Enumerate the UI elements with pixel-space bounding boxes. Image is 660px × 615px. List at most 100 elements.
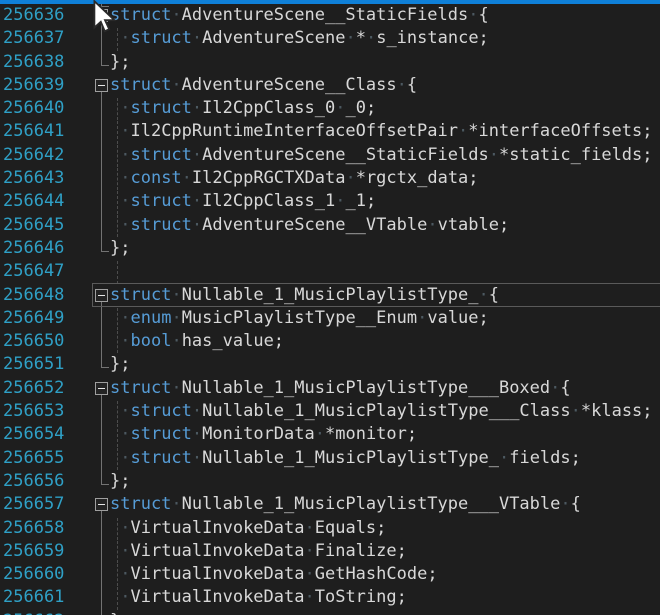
line-number: 256653 — [3, 400, 64, 423]
fold-collapse-toggle[interactable] — [95, 79, 108, 92]
minus-icon — [98, 388, 105, 389]
code-line-text: }; — [110, 610, 130, 615]
whitespace-dot: · — [571, 401, 581, 421]
code-line-row[interactable]: 256660 ·VirtualInvokeData·GetHashCode; — [0, 563, 660, 586]
fold-scope-line — [101, 237, 102, 252]
code-editor[interactable]: 256636struct·AdventureScene__StaticField… — [0, 0, 660, 615]
code-line-text: }; — [110, 51, 130, 74]
whitespace-dot: · — [171, 494, 181, 514]
line-number: 256651 — [3, 353, 64, 376]
code-line-row[interactable]: 256639struct·AdventureScene__Class·{ — [0, 74, 660, 97]
whitespace-dot: · — [171, 285, 181, 305]
code-line-row[interactable]: 256640 ·struct·Il2CppClass_0·_0; — [0, 97, 660, 120]
code-area[interactable]: 256636struct·AdventureScene__StaticField… — [0, 4, 660, 615]
line-number: 256643 — [3, 167, 64, 190]
code-line-text: ·const·Il2CppRGCTXData·*rgctx_data; — [110, 167, 479, 190]
code-line-row[interactable]: 256656}; — [0, 470, 660, 493]
identifier-token: AdventureScene__StaticFields — [182, 5, 469, 25]
code-line-text: ·struct·AdventureScene·*·s_instance; — [110, 27, 489, 50]
line-number: 256654 — [3, 423, 64, 446]
keyword-token: struct — [110, 494, 171, 514]
code-line-row[interactable]: 256661 ·VirtualInvokeData·ToString; — [0, 586, 660, 609]
fold-scope-line — [101, 517, 102, 540]
line-number: 256656 — [3, 470, 64, 493]
identifier-token: Finalize; — [315, 541, 407, 561]
identifier-token: vtable; — [438, 215, 510, 235]
line-number: 256658 — [3, 517, 64, 540]
fold-scope-line — [101, 97, 102, 120]
code-line-row[interactable]: 256652struct·Nullable_1_MusicPlaylistTyp… — [0, 377, 660, 400]
whitespace-dot: · — [304, 564, 314, 584]
indent-whitespace-dot: · — [110, 564, 130, 584]
keyword-token: struct — [130, 28, 191, 48]
keyword-token: bool — [130, 331, 171, 351]
fold-collapse-toggle[interactable] — [95, 498, 108, 511]
identifier-token: { — [571, 494, 581, 514]
line-number: 256648 — [3, 284, 64, 307]
indent-whitespace-dot: · — [110, 541, 130, 561]
identifier-token: *rgctx_data; — [356, 168, 479, 188]
code-line-row[interactable]: 256650 ·bool·has_value; — [0, 330, 660, 353]
fold-scope-line — [101, 167, 102, 190]
identifier-token: GetHashCode; — [315, 564, 438, 584]
code-line-row[interactable]: 256647 — [0, 260, 660, 283]
code-line-row[interactable]: 256654 ·struct·MonitorData·*monitor; — [0, 423, 660, 446]
code-line-row[interactable]: 256644 ·struct·Il2CppClass_1·_1; — [0, 190, 660, 213]
identifier-token: *static_fields; — [499, 145, 653, 165]
identifier-token: VirtualInvokeData — [130, 518, 304, 538]
code-line-row[interactable]: 256642 ·struct·AdventureScene__StaticFie… — [0, 144, 660, 167]
fold-scope-line — [101, 423, 102, 446]
fold-collapse-toggle[interactable] — [95, 289, 108, 302]
code-line-row[interactable]: 256651}; — [0, 353, 660, 376]
code-line-row[interactable]: 256653 ·struct·Nullable_1_MusicPlaylistT… — [0, 400, 660, 423]
identifier-token: VirtualInvokeData — [130, 541, 304, 561]
whitespace-dot: · — [397, 75, 407, 95]
code-line-row[interactable]: 256643 ·const·Il2CppRGCTXData·*rgctx_dat… — [0, 167, 660, 190]
line-number: 256645 — [3, 214, 64, 237]
code-line-row[interactable]: 256646}; — [0, 237, 660, 260]
identifier-token: { — [407, 75, 417, 95]
fold-collapse-toggle[interactable] — [95, 382, 108, 395]
whitespace-dot: · — [335, 191, 345, 211]
whitespace-dot: · — [192, 28, 202, 48]
identifier-token: { — [560, 378, 570, 398]
identifier-token: s_instance; — [376, 28, 489, 48]
code-line-text: ·VirtualInvokeData·GetHashCode; — [110, 563, 438, 586]
code-line-row[interactable]: 256655 ·struct·Nullable_1_MusicPlaylistT… — [0, 447, 660, 470]
code-line-row[interactable]: 256659 ·VirtualInvokeData·Finalize; — [0, 540, 660, 563]
identifier-token: AdventureScene__Class — [182, 75, 397, 95]
code-line-text: ·struct·AdventureScene__StaticFields·*st… — [110, 144, 653, 167]
code-line-text: ·VirtualInvokeData·Equals; — [110, 517, 386, 540]
fold-scope-line — [101, 563, 102, 586]
whitespace-dot: · — [366, 28, 376, 48]
indent-whitespace-dot: · — [110, 518, 130, 538]
identifier-token: _0; — [345, 98, 376, 118]
whitespace-dot: · — [335, 98, 345, 118]
code-line-row[interactable]: 256658 ·VirtualInvokeData·Equals; — [0, 517, 660, 540]
code-line-text: ·struct·AdventureScene__VTable·vtable; — [110, 214, 509, 237]
code-line-row[interactable]: 256641 ·Il2CppRuntimeInterfaceOffsetPair… — [0, 120, 660, 143]
code-line-row[interactable]: 256638}; — [0, 51, 660, 74]
indent-whitespace-dot: · — [110, 215, 130, 235]
line-number: 256642 — [3, 144, 64, 167]
identifier-token: { — [479, 5, 489, 25]
indent-whitespace-dot: · — [110, 98, 130, 118]
identifier-token: *monitor; — [325, 424, 417, 444]
code-line-row[interactable]: 256657struct·Nullable_1_MusicPlaylistTyp… — [0, 493, 660, 516]
whitespace-dot: · — [458, 121, 468, 141]
fold-scope-line — [101, 447, 102, 470]
whitespace-dot: · — [468, 5, 478, 25]
code-line-row[interactable]: 256645 ·struct·AdventureScene__VTable·vt… — [0, 214, 660, 237]
line-number: 256652 — [3, 377, 64, 400]
minus-icon — [98, 504, 105, 505]
code-line-row[interactable]: 256649 ·enum·MusicPlaylistType__Enum·val… — [0, 307, 660, 330]
line-number: 256660 — [3, 563, 64, 586]
whitespace-dot: · — [304, 518, 314, 538]
code-line-text: ·struct·Il2CppClass_0·_0; — [110, 97, 376, 120]
code-line-row[interactable]: 256648struct·Nullable_1_MusicPlaylistTyp… — [0, 284, 660, 307]
whitespace-dot: · — [478, 285, 488, 305]
line-number: 256637 — [3, 27, 64, 50]
code-line-row[interactable]: 256662}; — [0, 610, 660, 615]
keyword-token: struct — [110, 5, 171, 25]
indent-whitespace-dot: · — [110, 401, 130, 421]
